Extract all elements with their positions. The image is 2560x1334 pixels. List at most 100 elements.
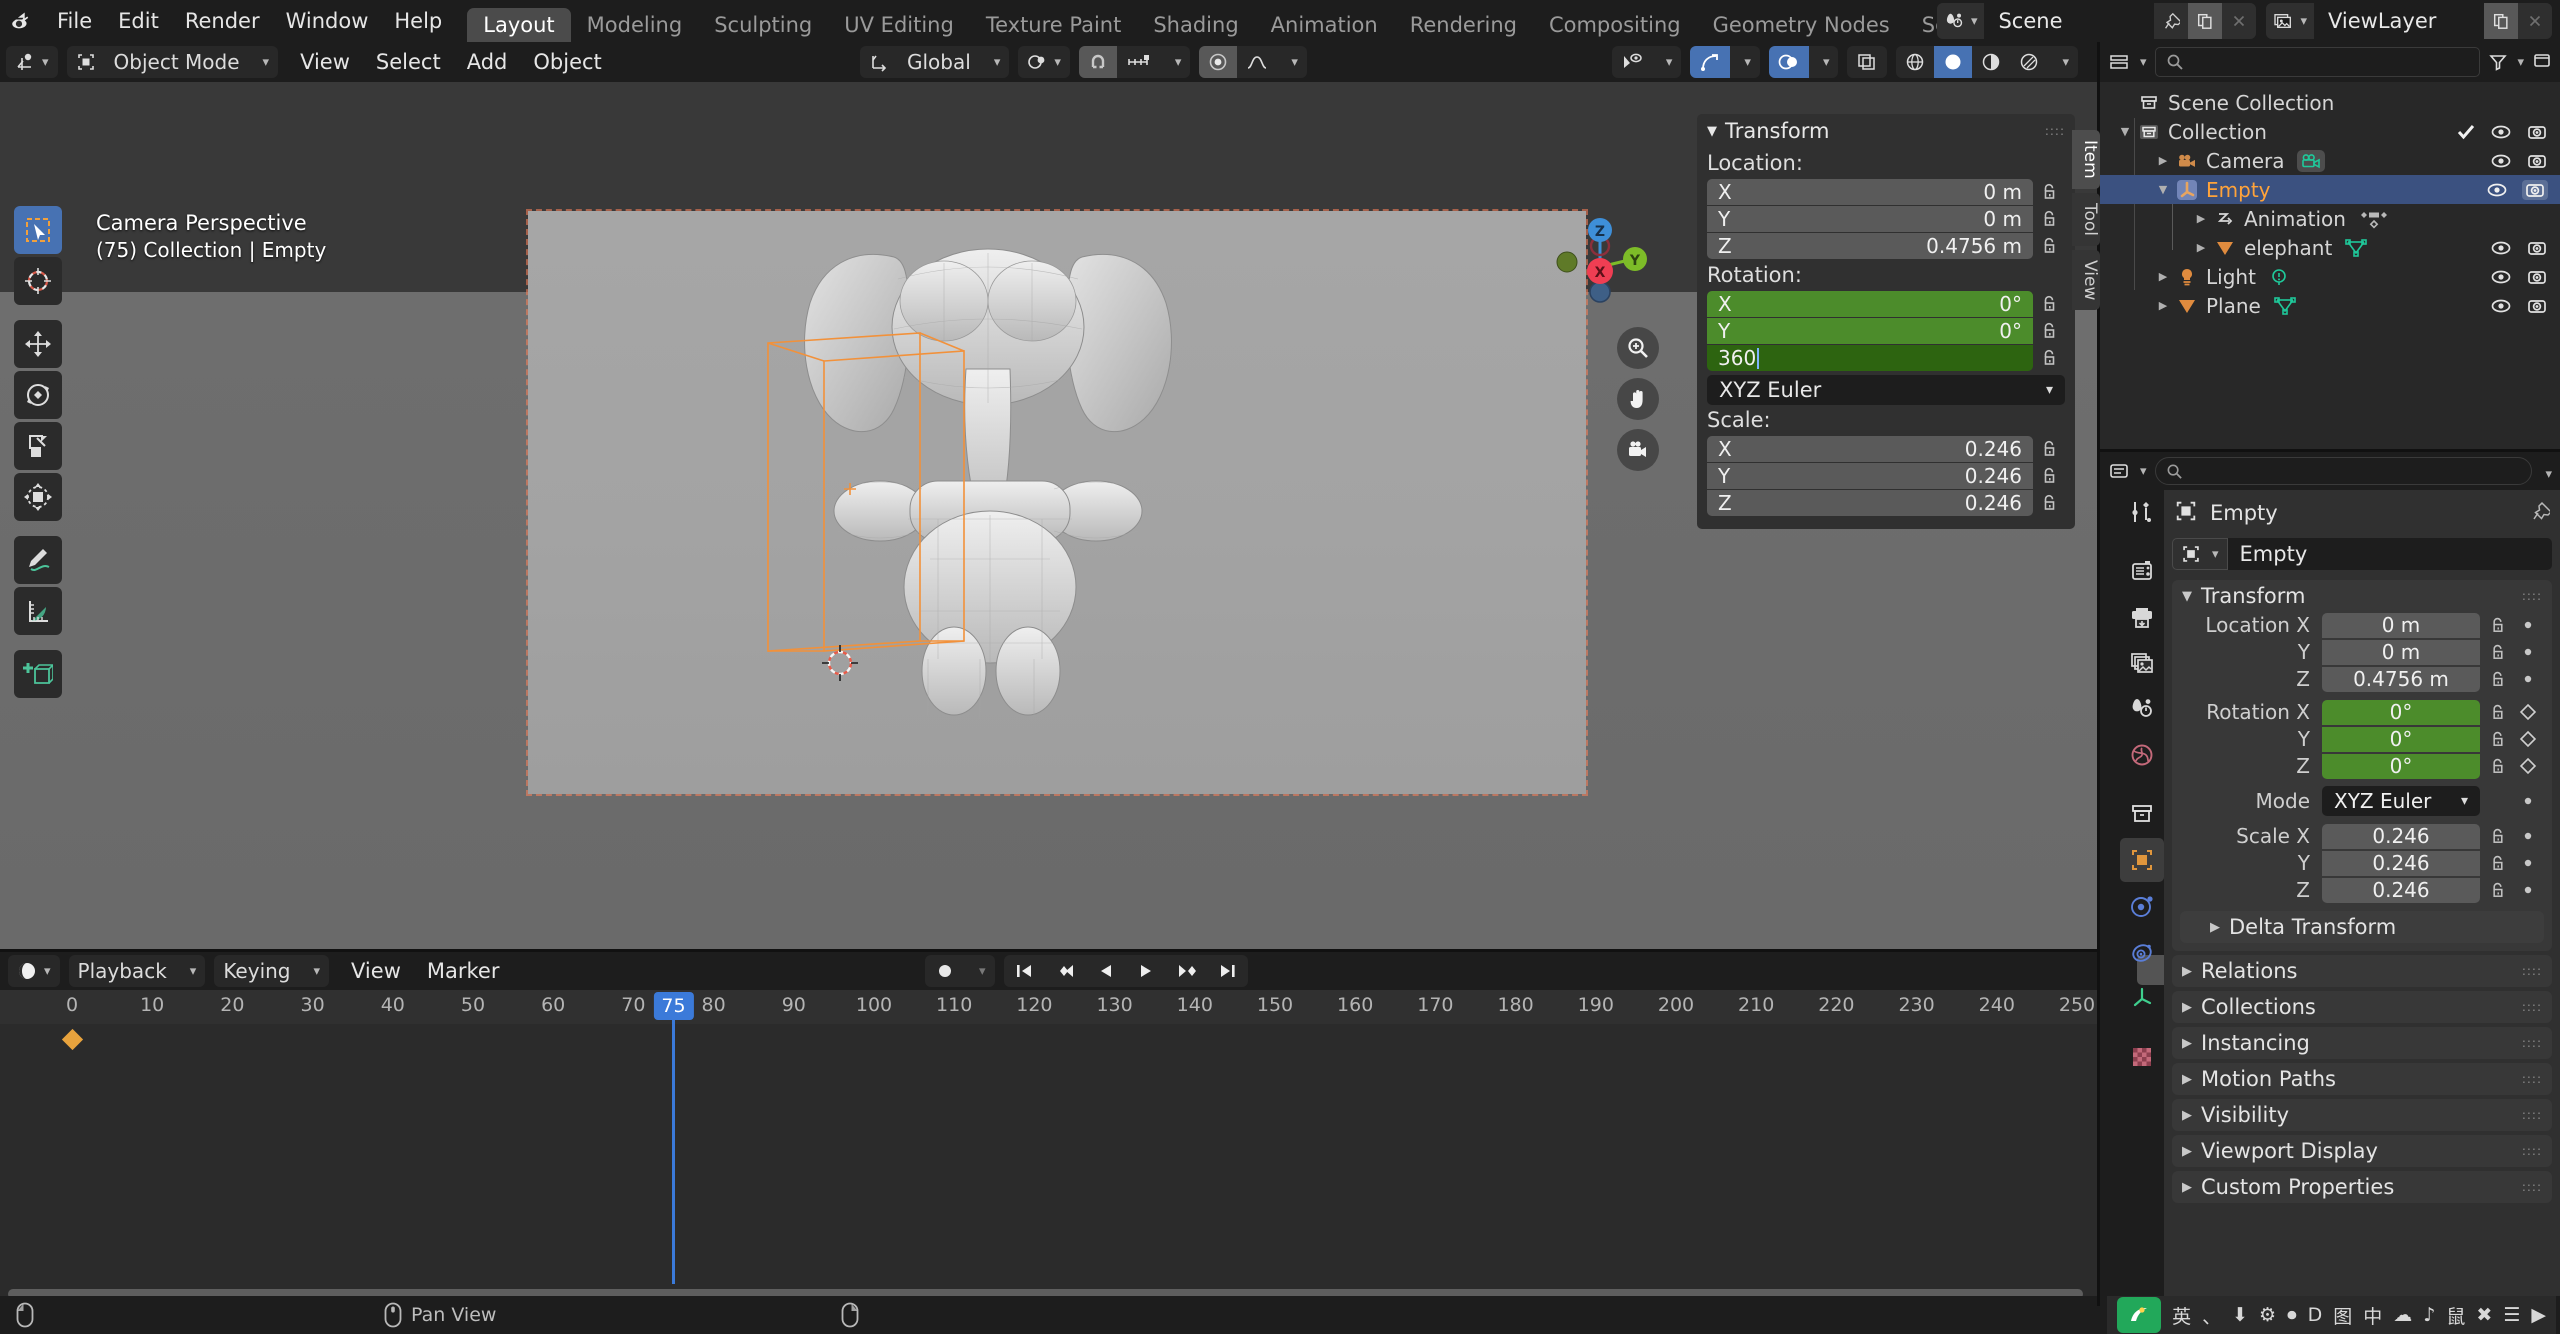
pan-hand-icon[interactable]	[1617, 378, 1659, 420]
tray-item-5[interactable]: D	[2308, 1304, 2323, 1326]
unlocked-padlock-icon[interactable]	[2033, 466, 2065, 486]
camera-render-visible-icon[interactable]	[2526, 122, 2548, 142]
eye-visible-icon[interactable]	[2490, 122, 2512, 142]
panel-header[interactable]: ▶ Viewport Display ::::	[2172, 1135, 2552, 1167]
keyframe-diamond-icon[interactable]	[2514, 703, 2542, 721]
timeline-keyframe[interactable]	[61, 1028, 84, 1051]
npanel-tab-item[interactable]: Item	[2072, 130, 2100, 189]
viewport-menu-view[interactable]: View	[287, 42, 363, 82]
chevron-down-icon[interactable]: ▾	[1277, 46, 1307, 78]
timeline-menu-marker[interactable]: Marker	[414, 951, 513, 991]
shading-wireframe-icon[interactable]	[1896, 46, 1934, 78]
timeline-editor-icon[interactable]: ▾	[8, 955, 60, 987]
panel-header[interactable]: ▶ Visibility ::::	[2172, 1099, 2552, 1131]
camera-render-visible-icon[interactable]	[2526, 267, 2548, 287]
properties-tab-collection[interactable]	[2120, 792, 2164, 836]
eye-visible-icon[interactable]	[2490, 238, 2512, 258]
rotation-mode-select[interactable]: XYZ Euler ▾	[2322, 786, 2480, 816]
checkbox-checked-icon[interactable]	[2456, 122, 2476, 142]
properties-panel-instancing[interactable]: ▶ Instancing ::::	[2172, 1027, 2552, 1059]
animate-property-dot-icon[interactable]	[2514, 857, 2542, 869]
properties-delta-transform-subpanel[interactable]: ▶ Delta Transform	[2180, 911, 2544, 943]
falloff-curve-icon[interactable]	[1237, 46, 1277, 78]
unlocked-padlock-icon[interactable]	[2033, 209, 2065, 229]
camera-view-icon[interactable]	[1617, 429, 1659, 471]
object-id-browse-button[interactable]: ▾	[2172, 538, 2228, 570]
unlocked-padlock-icon[interactable]	[2480, 854, 2514, 873]
tray-item-0[interactable]: 英	[2172, 1302, 2191, 1329]
npanel-scale-z-field[interactable]: Z 0.246	[1707, 490, 2033, 516]
timeline-channel-row[interactable]	[0, 1024, 2097, 1056]
animate-property-dot-icon[interactable]	[2514, 884, 2542, 896]
viewport-menu-add[interactable]: Add	[454, 42, 521, 82]
scale-x-field[interactable]: 0.246	[2322, 823, 2480, 849]
tray-item-8[interactable]: ☁	[2393, 1304, 2412, 1326]
properties-panel-relations[interactable]: ▶ Relations ::::	[2172, 955, 2552, 987]
panel-divider[interactable]	[2100, 449, 2560, 452]
unlocked-padlock-icon[interactable]	[2033, 182, 2065, 202]
menu-file[interactable]: File	[44, 0, 105, 42]
menu-edit[interactable]: Edit	[105, 0, 172, 42]
timeline-editor-type[interactable]: ▾	[8, 955, 60, 987]
menu-window[interactable]: Window	[273, 0, 382, 42]
timeline-playhead-label[interactable]: 75	[653, 992, 694, 1020]
outliner-display-mode-icon[interactable]: ▾	[2108, 52, 2147, 72]
npanel-scale-y-field[interactable]: Y 0.246	[1707, 463, 2033, 489]
snap-increment-icon[interactable]	[1117, 46, 1161, 78]
tab-compositing[interactable]: Compositing	[1533, 8, 1697, 42]
panel-divider[interactable]	[0, 949, 2097, 952]
viewport-menu-select[interactable]: Select	[363, 42, 454, 82]
timeline-playback-label[interactable]: Playback	[69, 955, 176, 987]
expand-triangle-icon[interactable]: ▶	[2190, 241, 2212, 254]
tab-animation[interactable]: Animation	[1255, 8, 1394, 42]
properties-tab-object[interactable]	[2120, 838, 2164, 882]
properties-tab-world[interactable]	[2120, 733, 2164, 777]
outliner-row-elephant[interactable]: ▶ elephant	[2100, 233, 2560, 262]
mesh-data-icon[interactable]	[2344, 237, 2368, 259]
properties-panel[interactable]: Empty ▾ Empty ▼ Transform :::: Location …	[2164, 490, 2560, 1300]
overlays-icon[interactable]	[1768, 46, 1809, 78]
properties-tab-render[interactable]	[2120, 549, 2164, 593]
timeline-menu-view[interactable]: View	[338, 951, 414, 991]
npanel-tab-tool[interactable]: Tool	[2072, 192, 2100, 246]
tray-item-7[interactable]: 中	[2363, 1302, 2382, 1329]
close-icon[interactable]	[2518, 3, 2552, 39]
transform-orientation-selector[interactable]: Global ▾	[860, 46, 1010, 78]
close-icon[interactable]	[2222, 3, 2257, 39]
xray-toggle[interactable]	[1847, 46, 1888, 78]
npanel-transform-header[interactable]: ▼ Transform ::::	[1697, 114, 2075, 148]
properties-panel-collections[interactable]: ▶ Collections ::::	[2172, 991, 2552, 1023]
chevron-down-icon[interactable]: ▾	[300, 955, 330, 987]
unlocked-padlock-icon[interactable]	[2033, 236, 2065, 256]
move-tool[interactable]	[14, 320, 62, 368]
tab-modeling[interactable]: Modeling	[571, 8, 699, 42]
add-cube-tool[interactable]	[14, 650, 62, 698]
properties-tab-tool[interactable]	[2120, 490, 2164, 534]
properties-panel-motion-paths[interactable]: ▶ Motion Paths ::::	[2172, 1063, 2552, 1095]
transform-orientation-label[interactable]: Global	[898, 46, 980, 78]
tweak-select-box-tool[interactable]	[14, 206, 62, 254]
rotation-y-field[interactable]: 0°	[2322, 726, 2480, 752]
camera-data-icon[interactable]	[2296, 149, 2325, 172]
camera-render-visible-icon[interactable]	[2526, 151, 2548, 171]
expand-triangle-icon[interactable]: ▶	[2152, 154, 2174, 167]
npanel-rotation-y-field[interactable]: Y 0°	[1707, 318, 2033, 344]
menu-help[interactable]: Help	[381, 0, 455, 42]
collapse-triangle-icon[interactable]: ▼	[2152, 183, 2174, 196]
gizmo-icon[interactable]	[1690, 46, 1731, 78]
tray-item-13[interactable]: ▶	[2531, 1304, 2546, 1326]
timeline-keying-menu[interactable]: Keying ▾	[214, 955, 330, 987]
scene-browse-icon[interactable]: ▾	[1936, 3, 1985, 39]
camera-render-visible-icon[interactable]	[2522, 179, 2548, 200]
outliner-row-light[interactable]: ▶ Light	[2100, 262, 2560, 291]
ime-logo-icon[interactable]	[2117, 1297, 2162, 1333]
camera-render-visible-icon[interactable]	[2526, 238, 2548, 258]
tray-item-3[interactable]: ⚙	[2259, 1304, 2276, 1326]
timeline-keying-label[interactable]: Keying	[214, 955, 299, 987]
animate-property-dot-icon[interactable]	[2514, 619, 2542, 631]
outliner[interactable]: Scene Collection ▼ Collection ▶ Camera ▼…	[2100, 82, 2560, 452]
keyframe-diamond-icon[interactable]	[2514, 757, 2542, 775]
panel-header[interactable]: ▶ Collections ::::	[2172, 991, 2552, 1023]
scale-y-field[interactable]: 0.246	[2322, 850, 2480, 876]
unlocked-padlock-icon[interactable]	[2033, 348, 2065, 368]
